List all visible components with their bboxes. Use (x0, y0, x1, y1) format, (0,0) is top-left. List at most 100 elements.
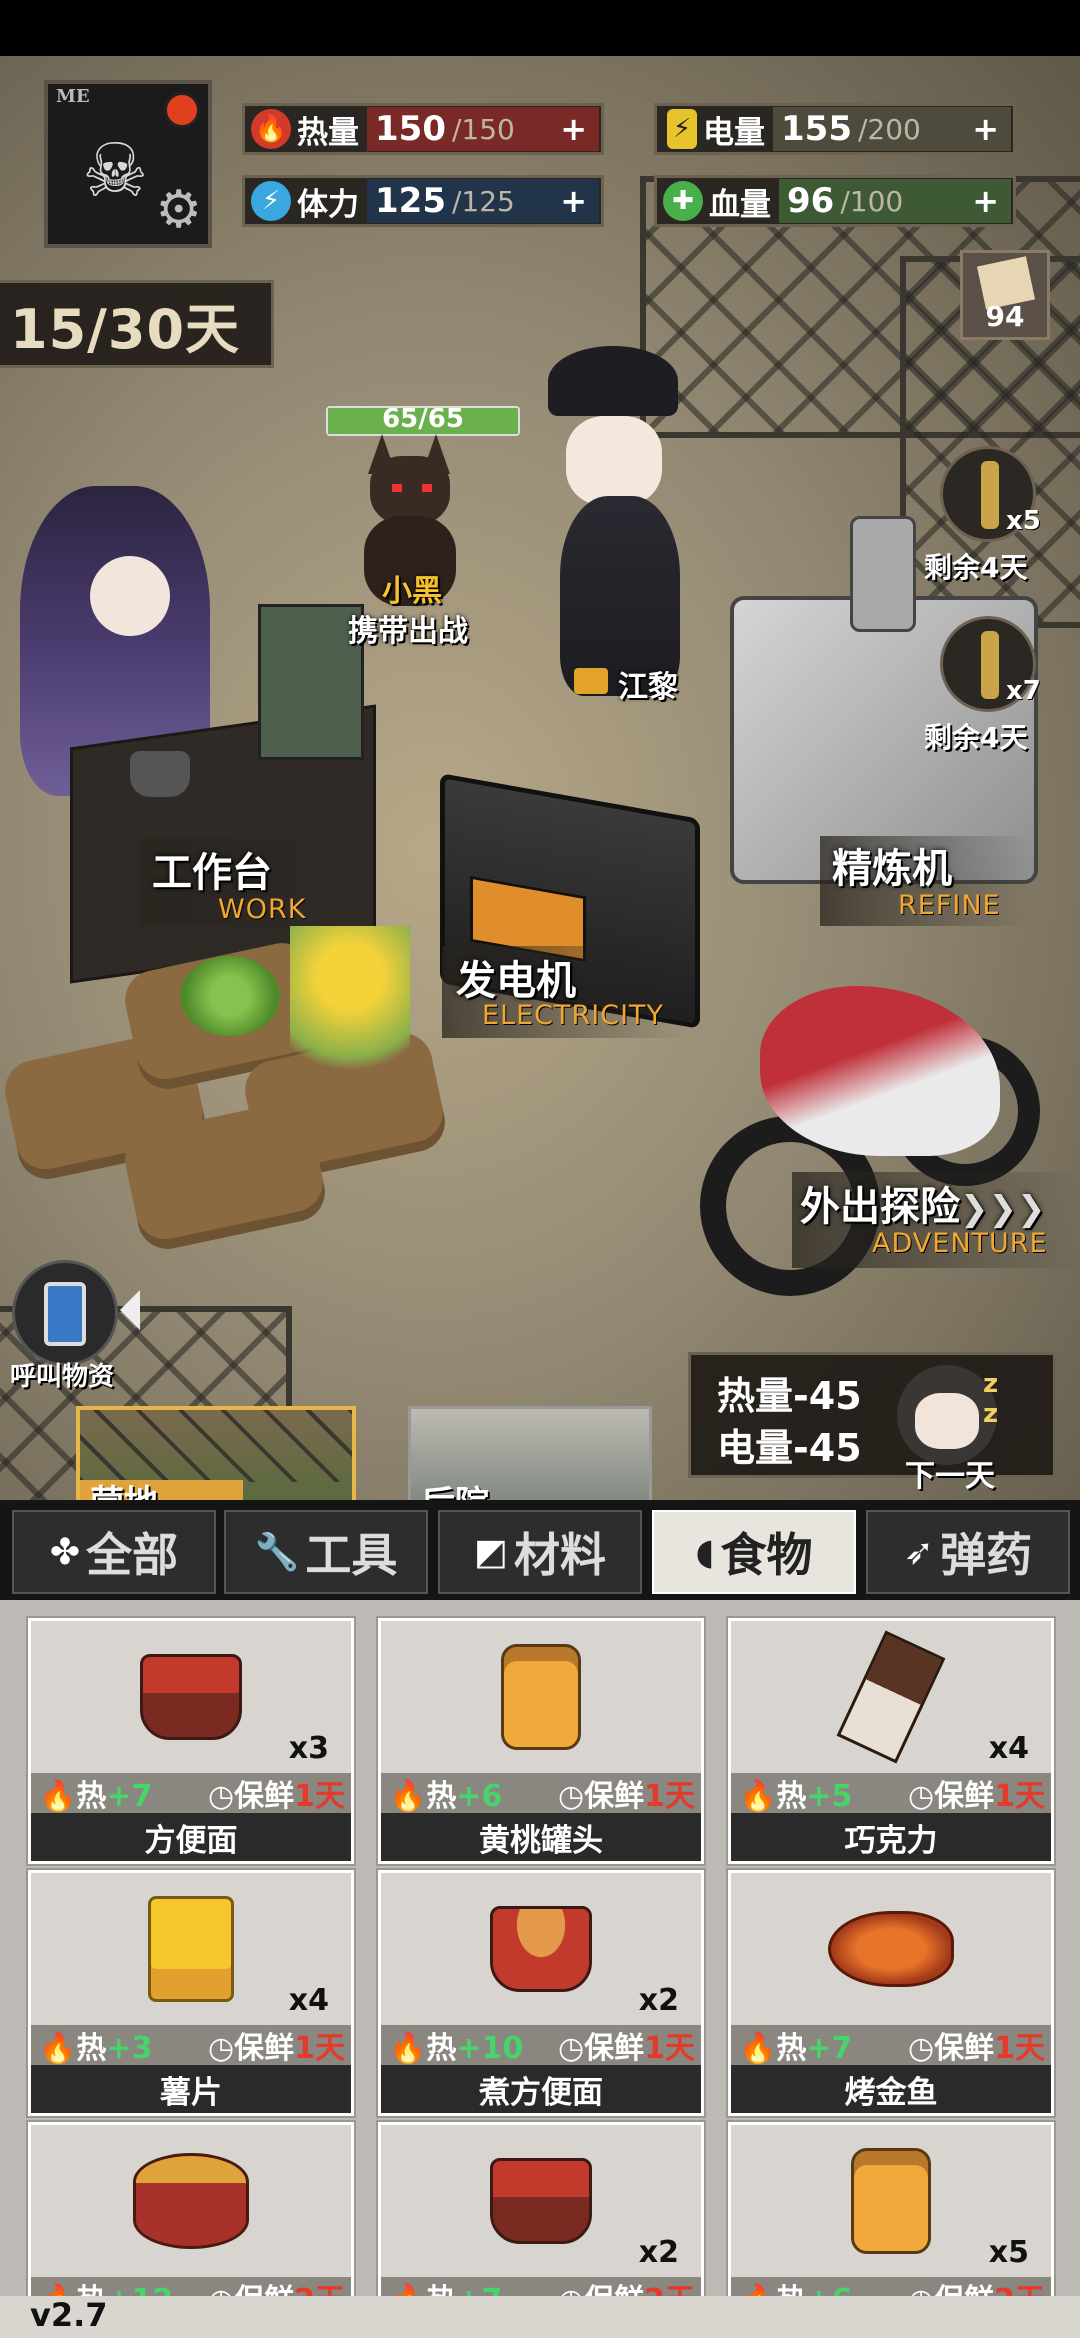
bullet-icon: ➶ (903, 1531, 935, 1573)
tab-all[interactable]: ✤ 全部 (12, 1510, 216, 1594)
heat-value: +7 (806, 2031, 853, 2066)
item-name: 薯片 (31, 2065, 351, 2113)
stat-health: ✚ 血量 96 /100 + (654, 175, 1016, 227)
stat-max: /200 (857, 112, 921, 146)
inventory-item[interactable]: x5🔥热+6◷保鲜2天 (728, 2122, 1054, 2300)
pot-icon (130, 751, 190, 797)
refine-chimney (850, 516, 916, 632)
inventory-item[interactable]: x4 🔥热+5 ◷保鲜1天 巧克力 (728, 1618, 1054, 1864)
inventory-item[interactable]: x2 🔥热+10 ◷保鲜1天 煮方便面 (378, 1870, 704, 2116)
tab-ammo-label: 弹药 (940, 1528, 1033, 1582)
record-icon[interactable] (164, 92, 200, 128)
heat-value: +6 (456, 1779, 503, 1814)
heat-label: 热 (426, 2031, 457, 2066)
mail-button[interactable]: 94 (960, 250, 1050, 340)
day-counter-text: 15/30天 (10, 297, 241, 361)
stat-label: 血量 (709, 186, 771, 223)
workbench-label-en: WORK (218, 894, 307, 925)
clock-icon: ◷ (907, 2031, 935, 2066)
tab-materials[interactable]: ◩ 材料 (438, 1510, 642, 1594)
fresh-label: 保鲜 (234, 2031, 295, 2066)
call-supply-button[interactable]: 呼叫物资 (10, 1246, 170, 1392)
heat-label: 热 (76, 1779, 107, 1814)
buff-count: x5 (1006, 506, 1041, 536)
heat-label: 热 (776, 2031, 807, 2066)
inventory-item[interactable]: 🔥热+12◷保鲜2天 (28, 2122, 354, 2300)
tab-tools[interactable]: 🔧 工具 (224, 1510, 428, 1594)
heat-value: +7 (106, 1779, 153, 1814)
girl-face (90, 556, 170, 636)
avatar-tag: ME (56, 86, 90, 107)
clock-icon: ◷ (907, 1779, 935, 1814)
inventory-item[interactable]: 🔥热+7 ◷保鲜1天 烤金鱼 (728, 1870, 1054, 2116)
cabbage-plant-icon (180, 956, 280, 1036)
stat-bar: 125 /125 + (367, 179, 599, 223)
day-counter: 15/30天 (0, 280, 274, 368)
next-day-label: 下一天 (905, 1459, 995, 1494)
add-health-button[interactable]: + (972, 182, 999, 220)
tab-backyard[interactable]: 后院 (408, 1406, 652, 1500)
item-fresh: ◷保鲜1天 (908, 2023, 1045, 2067)
stat-value: 155 (781, 109, 852, 149)
heat-label: 热 (76, 2031, 107, 2066)
fresh-value: 1天 (644, 2031, 695, 2066)
tab-food[interactable]: ◖ 食物 (652, 1510, 856, 1594)
next-day-power: 电量-45 (717, 1426, 862, 1470)
fresh-label: 保鲜 (234, 1779, 295, 1814)
inventory-item[interactable]: 🔥热+6 ◷保鲜1天 黄桃罐头 (378, 1618, 704, 1864)
sleep-zzz-icon: z z (983, 1369, 999, 1429)
tab-tools-label: 工具 (305, 1528, 398, 1582)
chevron-left-icon[interactable] (120, 1290, 140, 1330)
stat-bar: 96 /100 + (779, 179, 1011, 223)
adventure-label-text: 外出探险 (800, 1184, 960, 1230)
item-count: x5 (988, 2235, 1029, 2270)
battery-icon: ⚡ (667, 109, 697, 149)
adventure-label-en: ADVENTURE (872, 1228, 1048, 1259)
add-heat-button[interactable]: + (560, 110, 587, 148)
stat-label: 热量 (297, 114, 359, 151)
refine-label: 精炼机 (832, 846, 952, 892)
stat-label: 体力 (297, 186, 359, 223)
tab-backyard-label: 后院 (421, 1476, 489, 1500)
sleeper-face (915, 1393, 979, 1449)
heat-value: +5 (806, 1779, 853, 1814)
item-stats: 🔥热+7 ◷保鲜1天 (31, 1773, 351, 1814)
tab-food-label: 食物 (720, 1528, 813, 1582)
category-bar: ✤ 全部 🔧 工具 ◩ 材料 ◖ 食物 ➶ 弹药 (0, 1500, 1080, 1600)
buff-count: x7 (1006, 676, 1041, 706)
stat-stamina: ⚡ 体力 125 /125 + (242, 175, 604, 227)
tab-camp[interactable]: 营地 (76, 1406, 356, 1500)
skull-avatar-icon: ☠ (82, 128, 149, 214)
add-power-button[interactable]: + (972, 110, 999, 148)
inventory-item[interactable]: x3 🔥热+7 ◷保鲜1天 方便面 (28, 1618, 354, 1864)
item-count: x2 (638, 2235, 679, 2270)
next-day-heat: 热量-45 (717, 1374, 862, 1418)
item-stats: 🔥热+7 ◷保鲜1天 (731, 2023, 1051, 2067)
clover-icon: ✤ (49, 1531, 81, 1573)
add-stamina-button[interactable]: + (560, 182, 587, 220)
tab-ammo[interactable]: ➶ 弹药 (866, 1510, 1070, 1594)
item-fresh: ◷保鲜1天 (558, 1771, 695, 1815)
officer-name: 江黎 (618, 670, 678, 705)
camp-scene: 工作台 WORK 65/65 小黑 携带出战 江黎 精炼机 REFINE x5 … (0, 56, 1080, 1500)
item-heat: 🔥热+6 (389, 1771, 502, 1815)
dog-name: 小黑 (382, 574, 442, 609)
inventory-item[interactable]: x2🔥热+7◷保鲜2天 (378, 2122, 704, 2300)
heat-value: +10 (456, 2031, 524, 2066)
call-supply-label: 呼叫物资 (10, 1362, 115, 1392)
gear-icon[interactable]: ⚙ (155, 180, 202, 240)
drumstick-icon: ◖ (695, 1531, 715, 1573)
adventure-label[interactable]: 外出探险❯❯❯ (800, 1174, 1045, 1232)
clock-icon: ◷ (207, 1779, 235, 1814)
next-day-button[interactable]: 热量-45 电量-45 z z 下一天 (688, 1352, 1056, 1494)
fresh-label: 保鲜 (934, 1779, 995, 1814)
walkie-talkie-icon (44, 1282, 86, 1346)
stat-max: /125 (451, 184, 515, 218)
stat-label: 电量 (703, 114, 765, 151)
item-name: 煮方便面 (381, 2065, 701, 2113)
player-avatar[interactable]: ME ☠ ⚙ (44, 80, 212, 248)
version-bar: v2.7 (0, 2296, 1080, 2338)
inventory-item[interactable]: x4 🔥热+3 ◷保鲜1天 薯片 (28, 1870, 354, 2116)
item-stats: 🔥热+6 ◷保鲜1天 (381, 1771, 701, 1815)
flame-icon: 🔥 (39, 1779, 77, 1814)
